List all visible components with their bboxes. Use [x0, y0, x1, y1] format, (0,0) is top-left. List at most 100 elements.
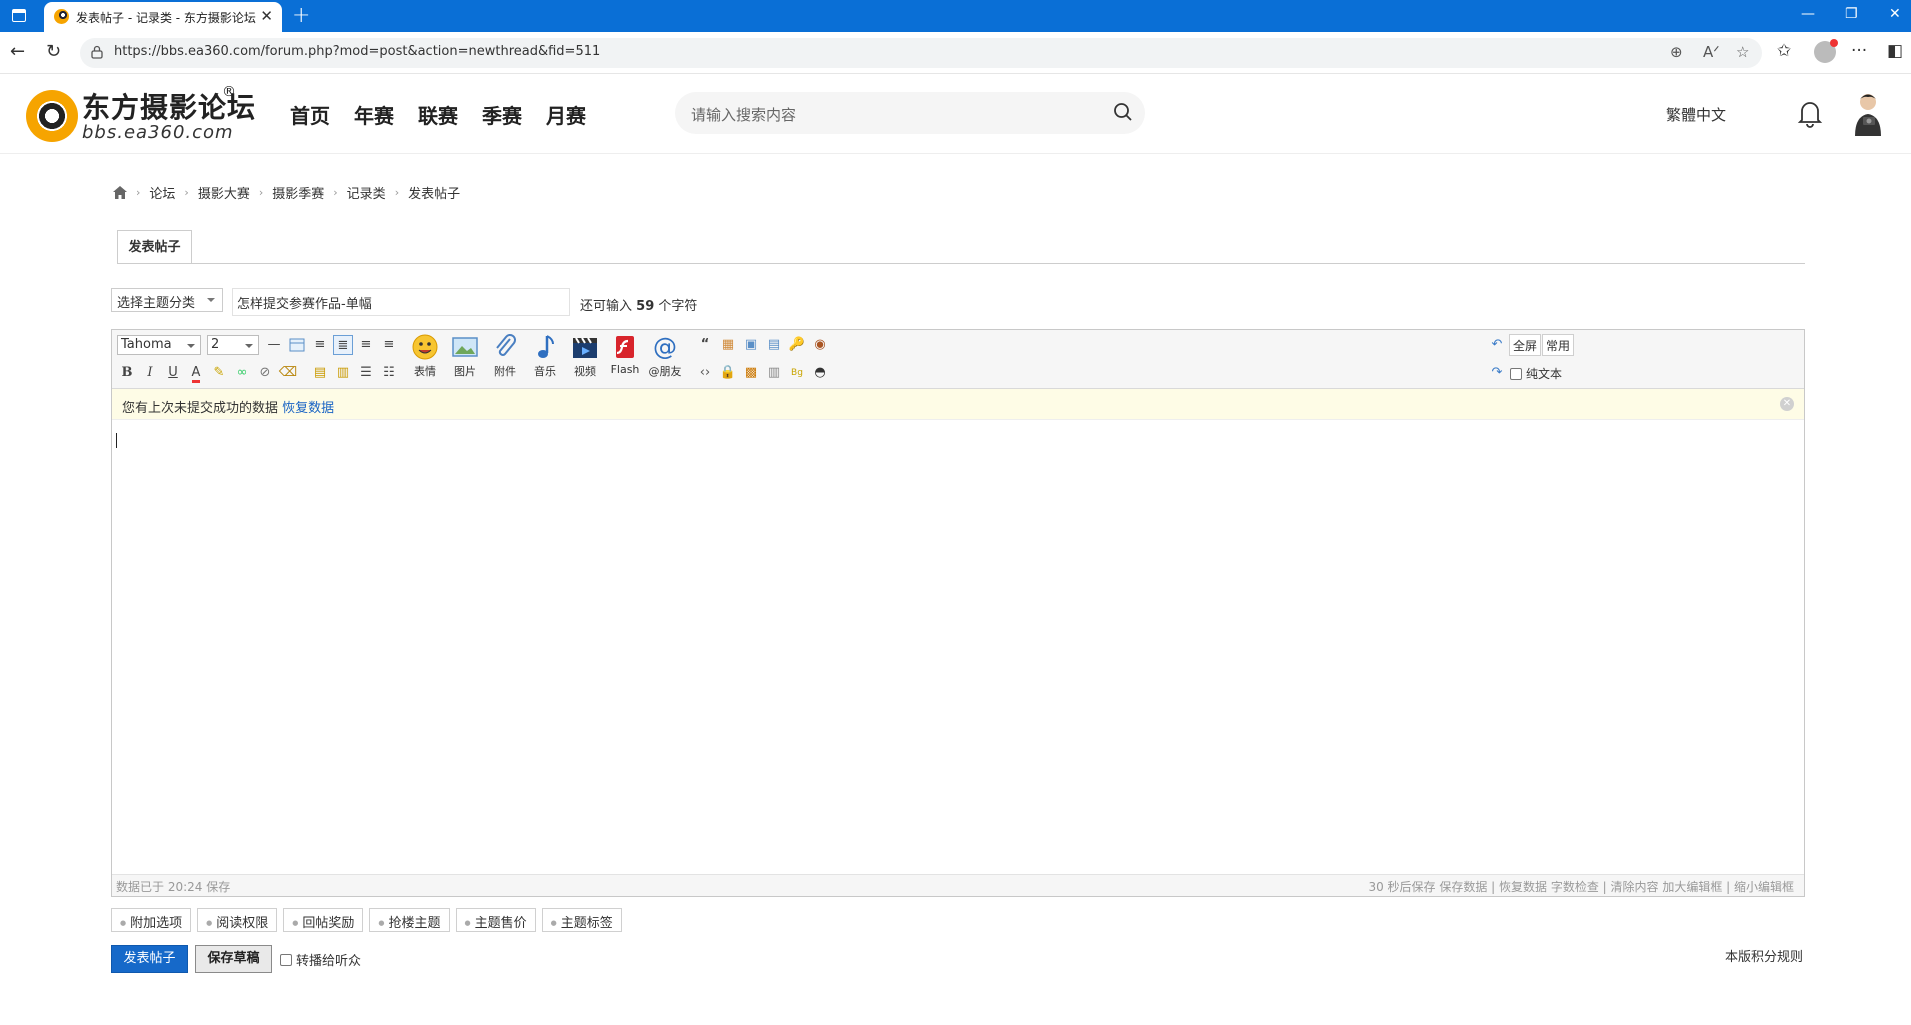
clear-format-icon[interactable]: ⌫: [278, 363, 298, 383]
option-tags[interactable]: 主题标签: [541, 908, 622, 932]
close-tab-icon[interactable]: ✕: [260, 7, 273, 25]
mention-button[interactable]: @ @朋友: [647, 333, 683, 385]
music-button[interactable]: 音乐: [527, 333, 563, 385]
underline-icon[interactable]: U: [163, 363, 183, 383]
highlight-icon[interactable]: ✎: [209, 363, 229, 383]
option-reply-reward[interactable]: 回帖奖励: [283, 908, 364, 932]
more-menu-icon[interactable]: ···: [1851, 41, 1867, 61]
align-center-icon[interactable]: ≡: [356, 335, 376, 355]
code-icon[interactable]: ‹›: [695, 363, 715, 383]
code-block-icon[interactable]: ▣: [741, 335, 761, 355]
option-floor-grab[interactable]: 抢楼主题: [369, 908, 450, 932]
align-left-icon[interactable]: ≡: [310, 335, 330, 355]
sidebar-icon[interactable]: ◧: [1887, 41, 1903, 61]
gallery-icon[interactable]: ▩: [741, 363, 761, 383]
horizontal-rule-icon[interactable]: —: [264, 335, 284, 355]
nav-monthly[interactable]: 月赛: [546, 100, 586, 129]
search-icon[interactable]: [1113, 102, 1133, 122]
flash-button[interactable]: Flash: [607, 333, 643, 385]
image-icon: [452, 337, 478, 357]
logo-aperture-icon: [26, 90, 78, 142]
favicon-icon: [54, 9, 69, 24]
breadcrumb-forum[interactable]: 论坛: [149, 183, 175, 202]
home-icon[interactable]: [113, 186, 127, 199]
hidden-content-icon[interactable]: ◉: [810, 335, 830, 355]
tab-new-post[interactable]: 发表帖子: [117, 230, 192, 264]
new-tab-icon[interactable]: +: [292, 3, 310, 28]
nav-league[interactable]: 联赛: [418, 100, 458, 129]
option-read-permission[interactable]: 阅读权限: [197, 908, 278, 932]
unlink-icon[interactable]: ⊘: [255, 363, 275, 383]
image-button[interactable]: 图片: [447, 333, 483, 385]
float-right-icon[interactable]: ▥: [333, 363, 353, 383]
undo-icon[interactable]: ↶: [1487, 335, 1507, 355]
font-size-select[interactable]: 2: [207, 335, 259, 355]
plain-text-toggle[interactable]: 纯文本: [1510, 365, 1562, 382]
option-extra[interactable]: 附加选项: [111, 908, 192, 932]
fullscreen-button[interactable]: 全屏: [1509, 334, 1542, 356]
bell-icon[interactable]: [1797, 98, 1823, 128]
zoom-icon[interactable]: ⊕: [1670, 43, 1683, 61]
float-left-icon[interactable]: ▤: [310, 363, 330, 383]
url-field[interactable]: https://bbs.ea360.com/forum.php?mod=post…: [80, 38, 1762, 68]
site-logo[interactable]: 东方摄影论坛 ® bbs.ea360.com: [26, 84, 255, 146]
minimize-icon[interactable]: —: [1801, 6, 1815, 22]
back-icon[interactable]: ←: [10, 41, 25, 62]
close-notice-icon[interactable]: ✕: [1780, 397, 1794, 411]
relay-toggle[interactable]: 转播给听众: [280, 950, 361, 969]
align-justify-icon[interactable]: ≣: [333, 335, 353, 355]
lock-content-icon[interactable]: 🔒: [718, 363, 738, 383]
page-break-icon[interactable]: ▤: [764, 335, 784, 355]
profile-icon[interactable]: [1814, 39, 1838, 63]
free-content-icon[interactable]: ▦: [718, 335, 738, 355]
browser-tab[interactable]: 发表帖子 - 记录类 - 东方摄影论坛 ✕: [44, 2, 282, 32]
lock-icon[interactable]: [90, 45, 104, 59]
favorite-star-icon[interactable]: ☆: [1736, 43, 1749, 61]
search-input[interactable]: 请输入搜索内容: [675, 92, 1145, 134]
editor-actions[interactable]: 30 秒后保存 保存数据 | 恢复数据 字数检查 | 清除内容 加大编辑框 | …: [1368, 878, 1794, 895]
emoticon-button[interactable]: 表情: [407, 333, 443, 385]
common-button[interactable]: 常用: [1542, 334, 1575, 356]
password-icon[interactable]: 🔑: [787, 335, 807, 355]
refresh-icon[interactable]: ↻: [46, 41, 61, 62]
link-icon[interactable]: ∞: [232, 363, 252, 383]
redo-icon[interactable]: ↷: [1487, 363, 1507, 383]
column-icon[interactable]: ▥: [764, 363, 784, 383]
text-color-icon[interactable]: A: [186, 363, 206, 383]
nav-season[interactable]: 季赛: [482, 100, 522, 129]
breadcrumb-category[interactable]: 记录类: [347, 183, 386, 202]
attachment-button[interactable]: 附件: [487, 333, 523, 385]
restore-window-icon[interactable]: ❐: [1845, 6, 1858, 22]
font-family-select[interactable]: Tahoma: [117, 335, 201, 355]
italic-icon[interactable]: I: [140, 363, 160, 383]
bold-icon[interactable]: B: [117, 363, 137, 383]
avatar[interactable]: [1851, 90, 1885, 136]
nav-annual[interactable]: 年赛: [354, 100, 394, 129]
forum-points-rules-link[interactable]: 本版积分规则: [1725, 946, 1803, 965]
save-draft-button[interactable]: 保存草稿: [195, 945, 272, 973]
breadcrumb-season[interactable]: 摄影季赛: [272, 183, 324, 202]
qq-icon[interactable]: ◓: [810, 363, 830, 383]
plain-text-checkbox[interactable]: [1510, 367, 1522, 380]
video-button[interactable]: 视频: [567, 333, 603, 385]
ordered-list-icon[interactable]: ☰: [356, 363, 376, 383]
background-icon[interactable]: Bg: [787, 363, 807, 383]
quote-icon[interactable]: “: [695, 335, 715, 355]
relay-checkbox[interactable]: [280, 953, 292, 966]
unordered-list-icon[interactable]: ☷: [379, 363, 399, 383]
submit-post-button[interactable]: 发表帖子: [111, 945, 188, 973]
read-aloud-icon[interactable]: Aᐟ: [1703, 43, 1720, 61]
table-icon[interactable]: [287, 335, 307, 355]
subject-input[interactable]: [232, 288, 570, 316]
close-window-icon[interactable]: ✕: [1889, 6, 1901, 22]
breadcrumb: › 论坛 › 摄影大赛 › 摄影季赛 › 记录类 › 发表帖子: [113, 183, 460, 202]
nav-home[interactable]: 首页: [290, 100, 330, 129]
option-price[interactable]: 主题售价: [455, 908, 536, 932]
restore-data-link[interactable]: 恢复数据: [282, 401, 334, 416]
category-select[interactable]: 选择主题分类: [111, 288, 223, 312]
favorites-icon[interactable]: ✩: [1777, 41, 1791, 61]
language-switch[interactable]: 繁體中文: [1666, 104, 1726, 125]
breadcrumb-contest[interactable]: 摄影大赛: [198, 183, 250, 202]
align-right-icon[interactable]: ≡: [379, 335, 399, 355]
tab-actions-icon[interactable]: [12, 9, 26, 22]
